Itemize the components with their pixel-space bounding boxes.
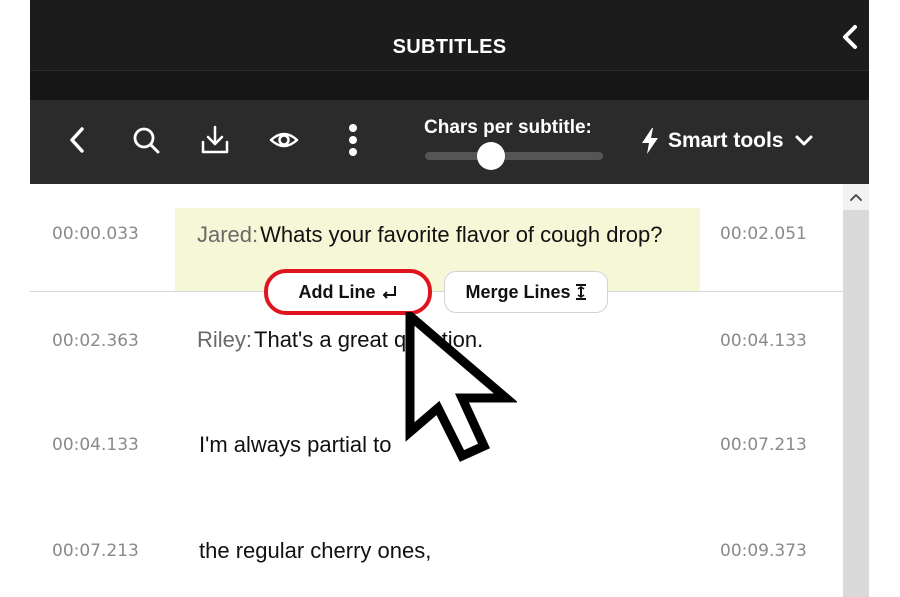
chevron-up-icon	[850, 194, 862, 201]
collapse-panel-button[interactable]	[836, 22, 866, 52]
chars-per-subtitle-slider[interactable]	[425, 152, 603, 160]
back-icon	[70, 127, 84, 153]
search-icon	[133, 127, 160, 154]
subtitle-text[interactable]: I'm always partial to	[199, 432, 392, 457]
return-icon	[382, 286, 396, 299]
smart-tools-label: Smart tools	[668, 129, 784, 152]
start-time[interactable]: 00:02.363	[52, 331, 139, 351]
subtitle-text[interactable]: Whats your favorite flavor of cough drop…	[260, 222, 662, 247]
scroll-up-button[interactable]	[843, 184, 869, 210]
merge-icon	[575, 284, 586, 300]
subtitle-line[interactable]: I'm always partial to	[197, 432, 392, 458]
download-icon	[201, 125, 229, 154]
preview-button[interactable]	[266, 122, 302, 158]
toolbar: Chars per subtitle: Smart tools	[30, 100, 869, 184]
chevron-down-icon	[795, 135, 813, 146]
end-time[interactable]: 00:02.051	[720, 224, 807, 244]
end-time[interactable]: 00:07.213	[720, 435, 807, 455]
start-time[interactable]: 00:04.133	[52, 435, 139, 455]
chars-per-subtitle-label: Chars per subtitle:	[424, 117, 592, 138]
speaker-label[interactable]: Jared:	[197, 222, 258, 247]
eye-icon	[269, 132, 299, 148]
end-time[interactable]: 00:04.133	[720, 331, 807, 351]
more-options-button[interactable]	[335, 122, 371, 158]
subtitle-text[interactable]: the regular cherry ones,	[199, 538, 431, 563]
add-line-button[interactable]: Add Line	[264, 269, 432, 315]
download-button[interactable]	[197, 122, 233, 158]
start-time[interactable]: 00:00.033	[52, 224, 139, 244]
divider	[30, 291, 843, 292]
mouse-pointer-icon	[405, 312, 517, 462]
start-time[interactable]: 00:07.213	[52, 541, 139, 561]
header-band	[30, 71, 869, 100]
speaker-label[interactable]: Riley:	[197, 327, 252, 352]
more-vertical-icon	[349, 124, 357, 156]
scrollbar[interactable]	[843, 184, 869, 597]
back-button[interactable]	[60, 122, 96, 158]
add-line-label: Add Line	[298, 281, 376, 302]
search-button[interactable]	[128, 122, 164, 158]
end-time[interactable]: 00:09.373	[720, 541, 807, 561]
chevron-left-icon	[843, 25, 857, 49]
subtitle-line[interactable]: the regular cherry ones,	[197, 538, 431, 564]
merge-lines-button[interactable]: Merge Lines	[444, 271, 608, 313]
slider-thumb[interactable]	[476, 142, 505, 170]
subtitle-text-editor[interactable]: Jared:Whats your favorite flavor of coug…	[197, 218, 677, 255]
lightning-icon	[642, 128, 658, 154]
merge-lines-label: Merge Lines	[465, 281, 571, 302]
smart-tools-dropdown[interactable]: Smart tools	[640, 124, 822, 158]
